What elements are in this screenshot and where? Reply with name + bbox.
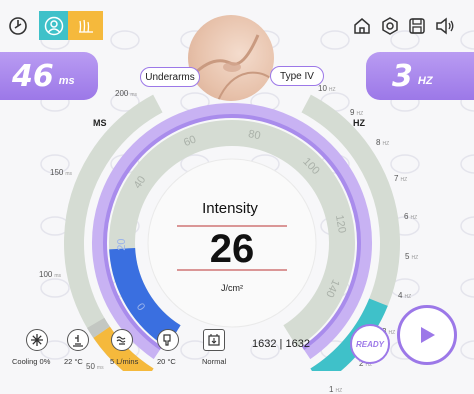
- handpiece-icon: [163, 334, 171, 346]
- hz-scale-tick: 6 HZ: [404, 212, 417, 221]
- ms-tick-value: 200: [115, 89, 129, 98]
- hz-tick-value: 4: [398, 291, 403, 300]
- water-level-unit: °C: [74, 357, 83, 366]
- snowflake-icon: [31, 334, 43, 346]
- ms-scale-tick: 50 ms: [86, 362, 104, 371]
- ms-scale-tick: 100 ms: [39, 270, 61, 279]
- hz-tick-value: 9: [350, 108, 355, 117]
- shot-counter-total: 1632: [285, 338, 310, 350]
- handle-temp-value: 20: [157, 357, 166, 366]
- hz-scale-tick: 5 HZ: [405, 252, 418, 261]
- ms-tick-value: 50: [86, 362, 95, 371]
- ready-button[interactable]: READY: [350, 324, 390, 364]
- handle-temp-status[interactable]: [157, 329, 179, 351]
- hz-tick-unit: HZ: [382, 141, 390, 147]
- flow-value: 5: [110, 357, 115, 366]
- intensity-dial-tick: 20: [116, 238, 128, 250]
- ms-tick-unit: ms: [65, 171, 73, 177]
- battery-icon: [208, 334, 220, 346]
- hz-tick-value: 5: [405, 252, 410, 261]
- hz-tick-value: 1: [329, 385, 334, 394]
- hz-tick-unit: HZ: [356, 111, 364, 117]
- hz-tick-unit: HZ: [404, 294, 412, 300]
- shot-counter: 1632 | 1632: [252, 338, 310, 350]
- system-state-text: Normal: [202, 357, 227, 366]
- flow-unit: L/mins: [116, 357, 139, 366]
- handle-temp-unit: °C: [167, 357, 176, 366]
- thermometer-icon: [73, 335, 83, 347]
- ms-tick-value: 100: [39, 270, 53, 279]
- shot-counter-current: 1632: [252, 338, 277, 350]
- hz-scale-title: HZ: [353, 118, 365, 128]
- hz-tick-value: 10: [318, 84, 327, 93]
- cooling-label: Cooling: [12, 357, 38, 366]
- hz-tick-value: 8: [376, 138, 381, 147]
- hz-scale-tick: 8 HZ: [376, 138, 389, 147]
- ms-gauge-indicator: [87, 317, 110, 338]
- cooling-status[interactable]: [26, 329, 48, 351]
- hz-scale-tick: 4 HZ: [398, 291, 411, 300]
- ms-tick-unit: ms: [54, 273, 62, 279]
- cooling-text: Cooling 0%: [12, 357, 50, 366]
- intensity-dial-tick: 80: [247, 128, 261, 142]
- hz-tick-unit: HZ: [411, 255, 419, 261]
- hz-scale-tick: 7 HZ: [394, 174, 407, 183]
- play-icon: [421, 327, 435, 343]
- hz-tick-unit: HZ: [400, 177, 408, 183]
- ms-tick-value: 150: [50, 168, 64, 177]
- intensity-label: Intensity: [202, 200, 258, 217]
- ms-tick-unit: ms: [96, 365, 104, 371]
- flow-status[interactable]: [111, 329, 133, 351]
- hz-scale-tick: 9 HZ: [350, 108, 363, 117]
- hz-scale-tick: 1 HZ: [329, 385, 342, 394]
- ms-scale-tick: 200 ms: [115, 89, 137, 98]
- handle-temp-text: 20 °C: [157, 357, 176, 366]
- system-state-status[interactable]: [203, 329, 225, 351]
- ms-scale-title: MS: [93, 118, 107, 128]
- hz-tick-unit: HZ: [388, 330, 396, 336]
- intensity-unit: J/cm²: [221, 283, 243, 293]
- intensity-value: 26: [210, 227, 255, 271]
- ms-tick-unit: ms: [130, 92, 138, 98]
- cooling-value: 0%: [39, 357, 51, 366]
- water-level-text: 22 °C: [64, 357, 83, 366]
- ready-label: READY: [355, 339, 384, 349]
- hz-tick-value: 6: [404, 212, 409, 221]
- flow-icon: [116, 336, 126, 345]
- start-button[interactable]: [397, 305, 457, 365]
- hz-tick-unit: HZ: [335, 388, 343, 394]
- water-level-status[interactable]: [67, 329, 89, 351]
- water-level-value: 22: [64, 357, 73, 366]
- hz-tick-unit: HZ: [410, 215, 418, 221]
- hz-scale-tick: 10 HZ: [318, 84, 336, 93]
- hz-tick-unit: HZ: [328, 87, 336, 93]
- flow-text: 5 L/mins: [110, 357, 138, 366]
- shot-counter-separator: |: [279, 338, 283, 350]
- hz-tick-value: 7: [394, 174, 399, 183]
- ms-scale-tick: 150 ms: [50, 168, 72, 177]
